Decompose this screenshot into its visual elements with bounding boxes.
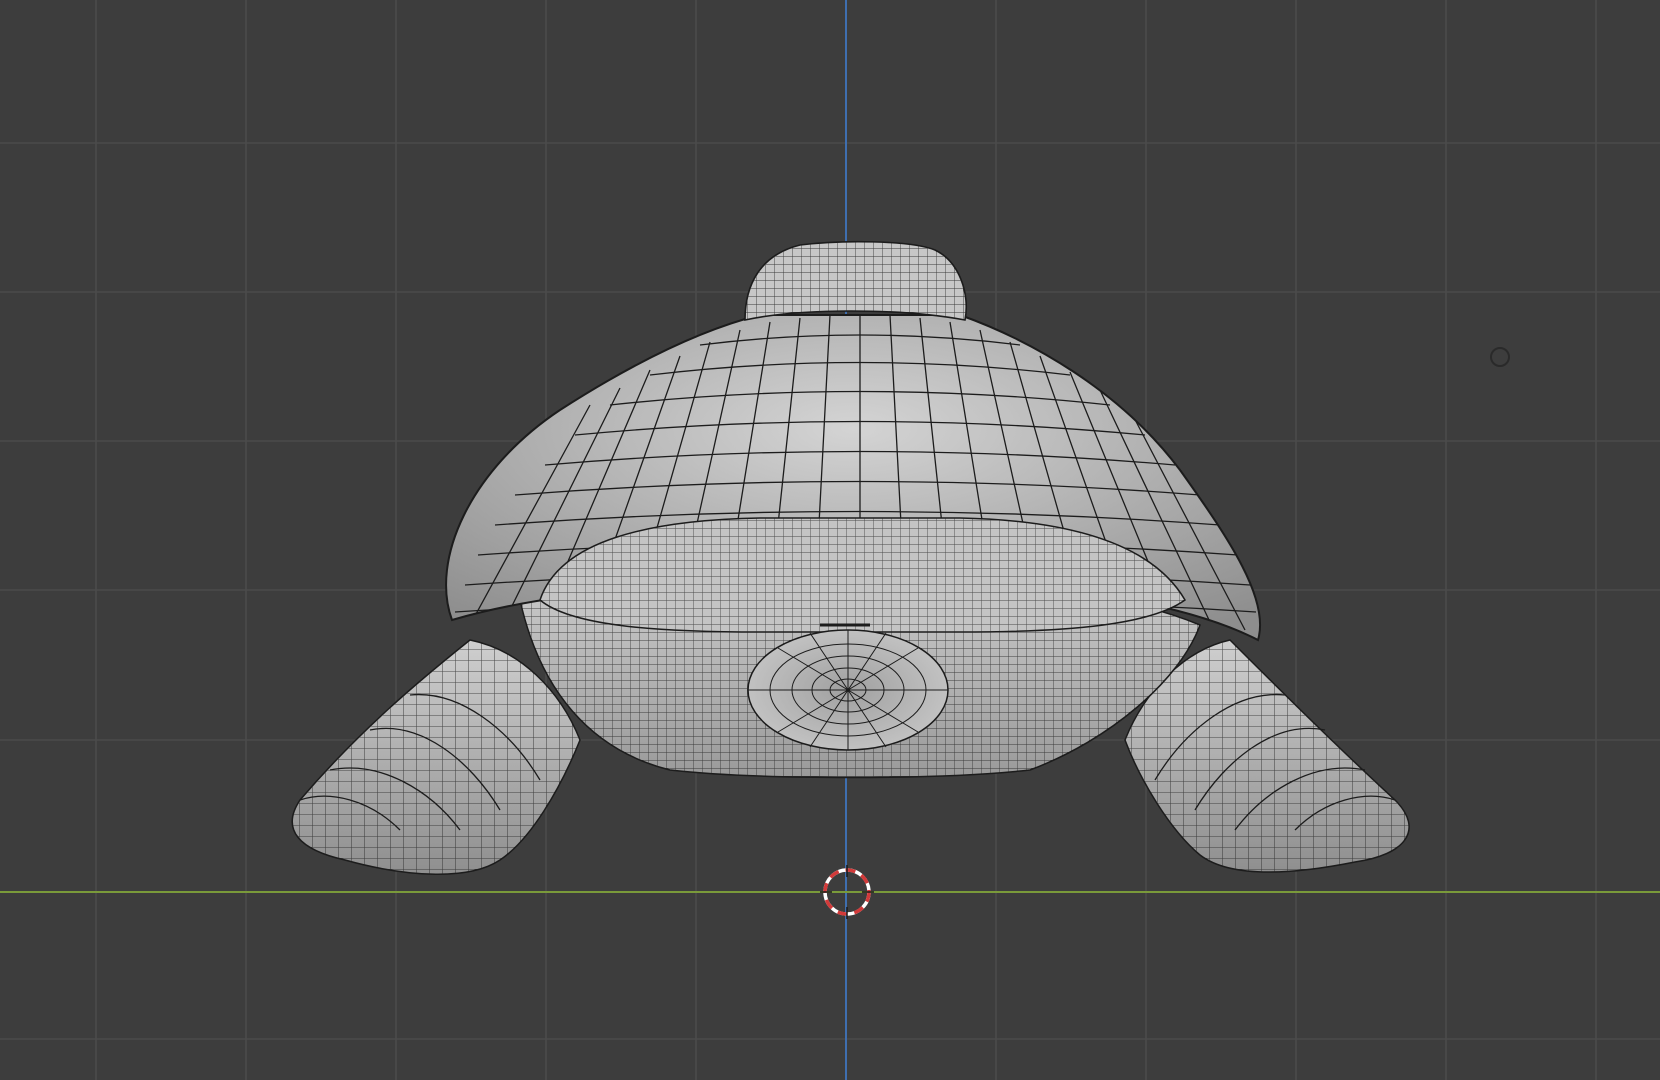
turtle-left-leg: [291, 639, 581, 875]
turtle-shell: [445, 314, 1262, 642]
turtle-neck: [744, 240, 967, 321]
3d-viewport[interactable]: [0, 0, 1660, 1080]
turtle-mesh[interactable]: [291, 240, 1410, 875]
light-source-icon[interactable]: [1490, 347, 1510, 367]
